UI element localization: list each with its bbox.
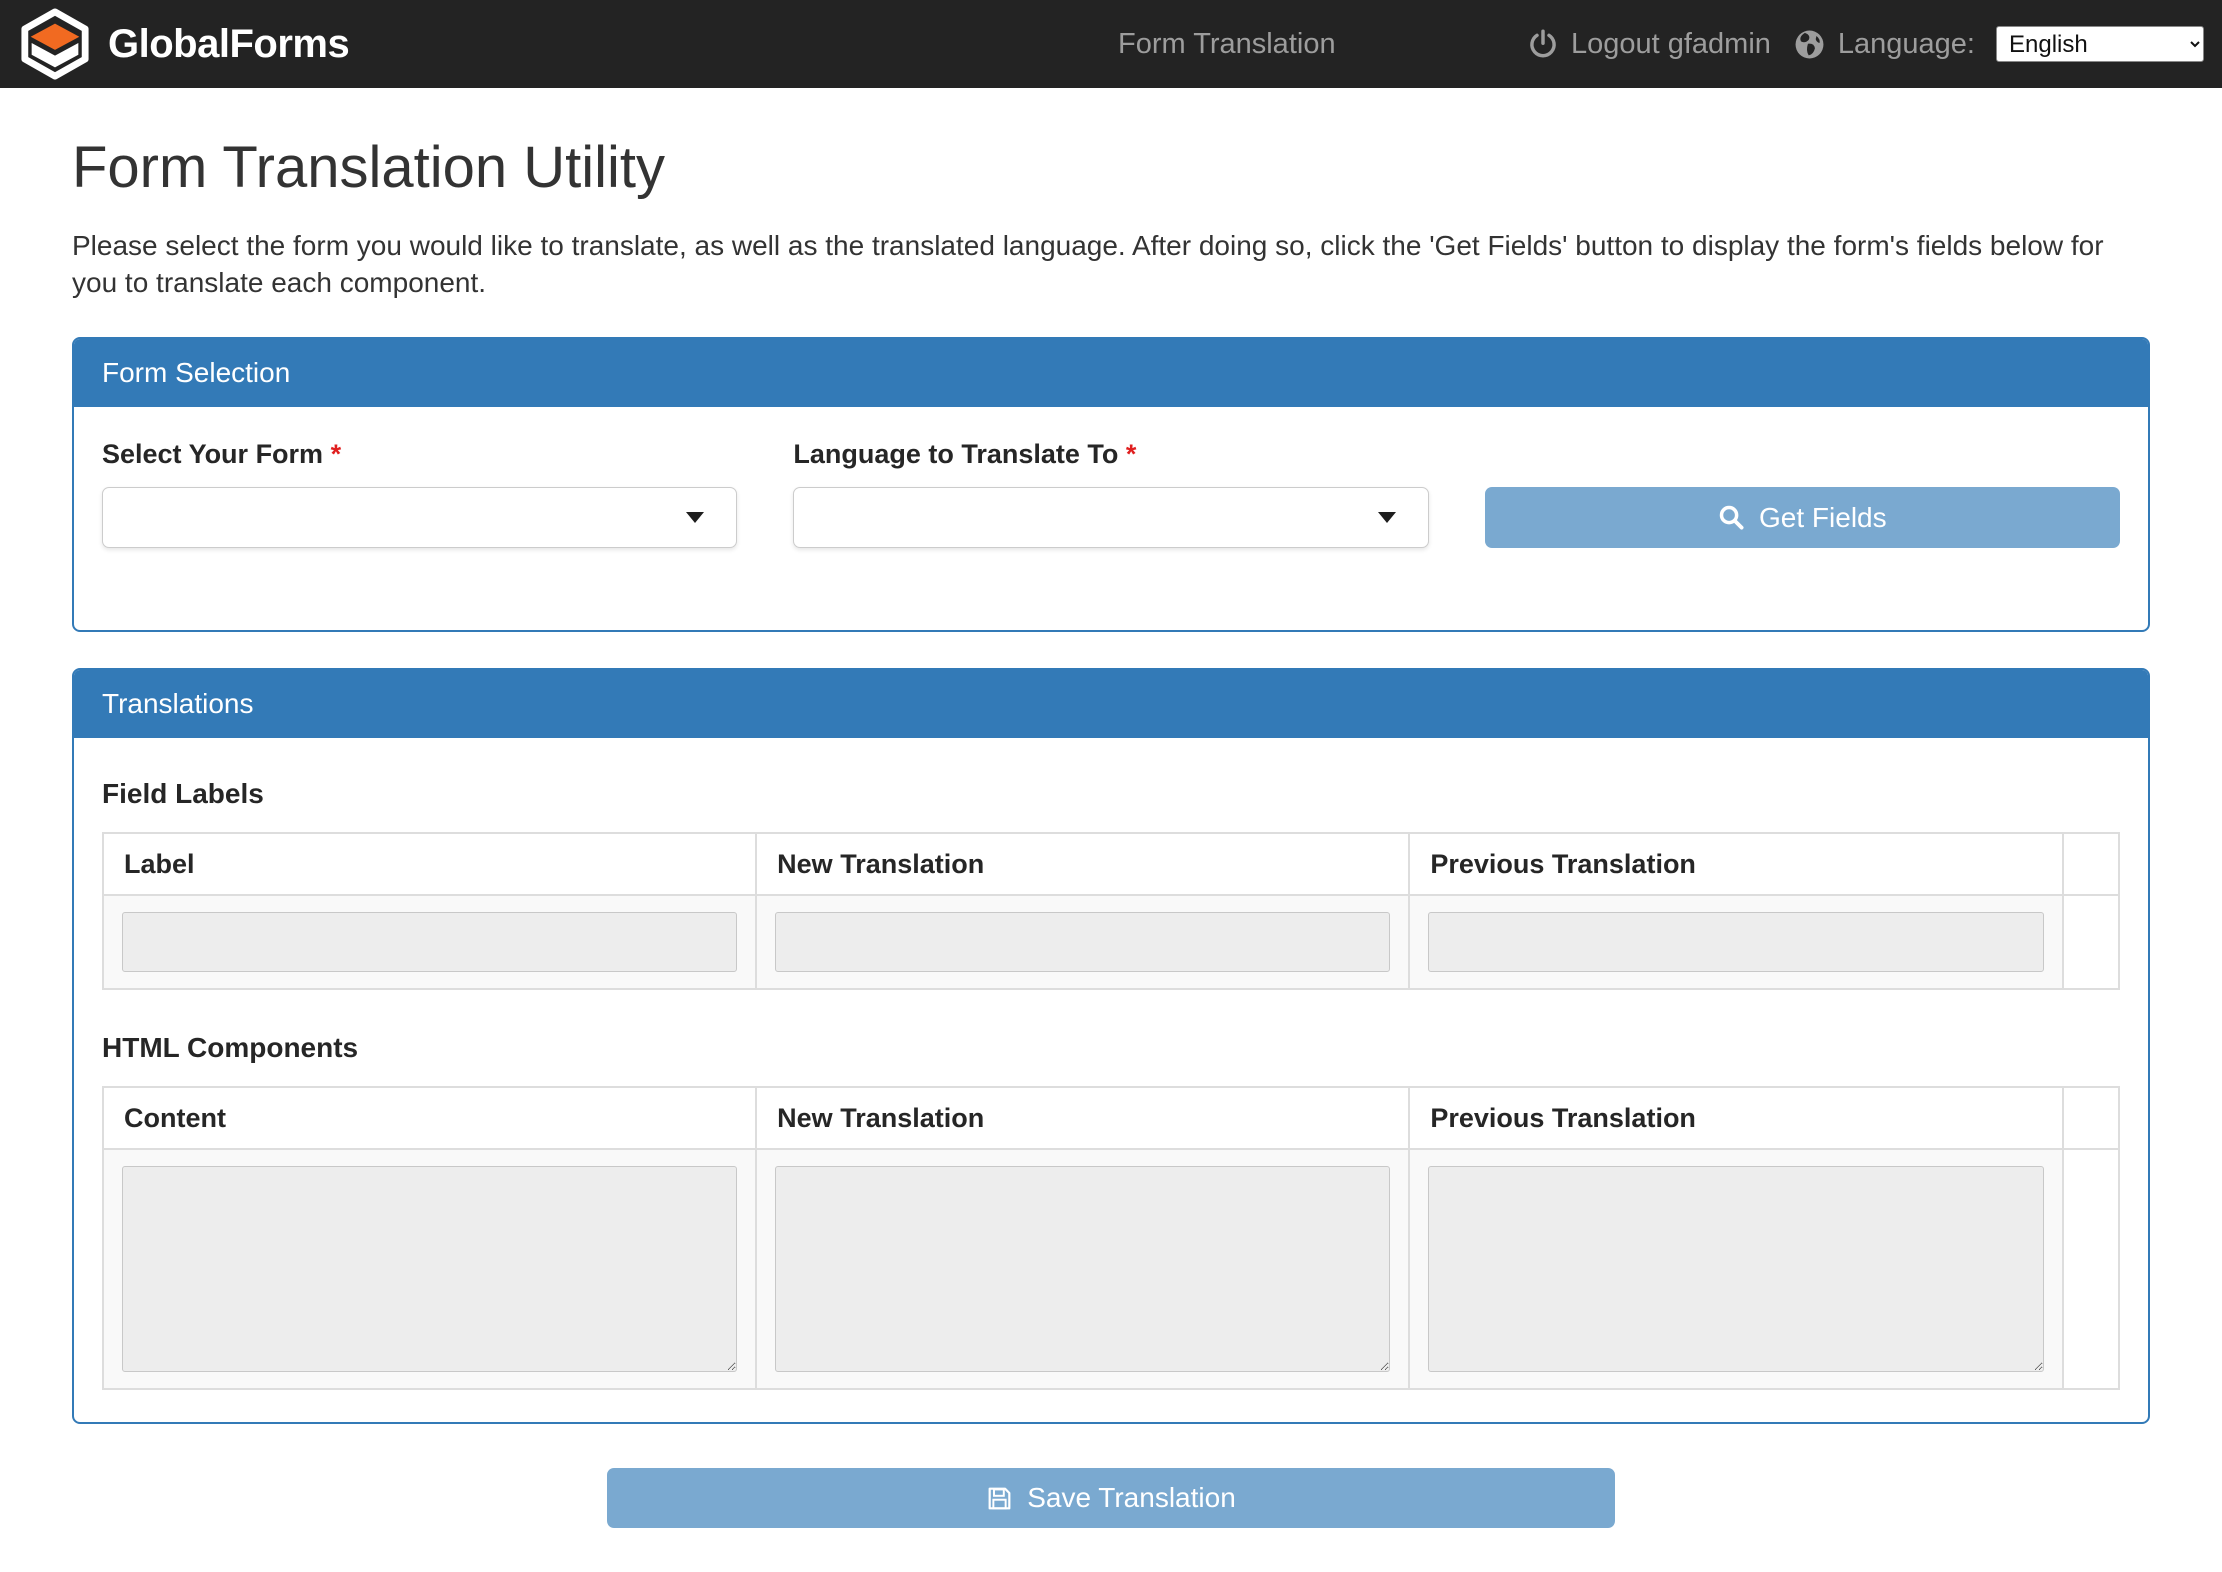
select-language-dropdown[interactable] xyxy=(793,487,1428,548)
select-form-group: Select Your Form * xyxy=(102,439,737,548)
required-asterisk: * xyxy=(331,439,342,469)
required-asterisk: * xyxy=(1126,439,1137,469)
nav-right-group: Logout gfadmin Language: English xyxy=(1528,26,2204,62)
table-row xyxy=(103,1149,2119,1389)
save-row: Save Translation xyxy=(72,1468,2150,1572)
chevron-down-icon xyxy=(686,512,704,523)
translations-panel: Translations Field Labels Label New Tran… xyxy=(72,668,2150,1424)
page-title: Form Translation Utility xyxy=(72,134,2150,201)
select-language-group: Language to Translate To * xyxy=(793,439,1428,548)
floppy-disk-icon xyxy=(986,1485,1013,1512)
get-fields-button[interactable]: Get Fields xyxy=(1485,487,2120,548)
new-translation-textarea[interactable] xyxy=(775,1166,1390,1372)
select-form-dropdown[interactable] xyxy=(102,487,737,548)
translations-body: Field Labels Label New Translation Previ… xyxy=(74,738,2148,1422)
column-header-previous-translation: Previous Translation xyxy=(1409,1087,2062,1149)
field-new-translation-input[interactable] xyxy=(775,912,1390,972)
column-header-new-translation: New Translation xyxy=(756,833,1409,895)
select-form-label: Select Your Form * xyxy=(102,439,737,470)
previous-translation-textarea[interactable] xyxy=(1428,1166,2043,1372)
brand-name: GlobalForms xyxy=(108,22,349,67)
field-labels-header-row: Label New Translation Previous Translati… xyxy=(103,833,2119,895)
nav-item-form-translation[interactable]: Form Translation xyxy=(1118,0,1336,88)
column-header-empty xyxy=(2063,833,2119,895)
empty-cell xyxy=(2063,895,2119,989)
column-header-previous-translation: Previous Translation xyxy=(1409,833,2062,895)
table-row xyxy=(103,895,2119,989)
form-selection-header: Form Selection xyxy=(74,339,2148,407)
save-translation-button[interactable]: Save Translation xyxy=(607,1468,1615,1528)
select-language-label: Language to Translate To * xyxy=(793,439,1428,470)
search-icon xyxy=(1718,504,1745,531)
html-components-table: Content New Translation Previous Transla… xyxy=(102,1086,2120,1390)
chevron-down-icon xyxy=(1378,512,1396,523)
logout-link[interactable]: Logout gfadmin xyxy=(1571,28,1771,61)
html-components-header-row: Content New Translation Previous Transla… xyxy=(103,1087,2119,1149)
power-icon xyxy=(1528,29,1558,59)
field-labels-table: Label New Translation Previous Translati… xyxy=(102,832,2120,990)
language-select[interactable]: English xyxy=(1996,26,2204,62)
column-header-empty xyxy=(2063,1087,2119,1149)
globe-icon xyxy=(1794,29,1825,60)
content-textarea[interactable] xyxy=(122,1166,737,1372)
column-header-content: Content xyxy=(103,1087,756,1149)
language-label: Language: xyxy=(1838,28,1975,61)
top-navbar: GlobalForms Form Translation Logout gfad… xyxy=(0,0,2222,88)
page-intro: Please select the form you would like to… xyxy=(72,227,2150,301)
field-previous-translation-input[interactable] xyxy=(1428,912,2043,972)
field-label-input[interactable] xyxy=(122,912,737,972)
brand[interactable]: GlobalForms xyxy=(18,8,349,80)
empty-cell xyxy=(2063,1149,2119,1389)
column-header-label: Label xyxy=(103,833,756,895)
main-container: Form Translation Utility Please select t… xyxy=(72,134,2150,1572)
field-labels-heading: Field Labels xyxy=(102,778,2120,810)
form-selection-body: Select Your Form * Language to Translate… xyxy=(74,407,2148,630)
html-components-heading: HTML Components xyxy=(102,1032,2120,1064)
column-header-new-translation: New Translation xyxy=(756,1087,1409,1149)
translations-header: Translations xyxy=(74,670,2148,738)
globalforms-logo-icon xyxy=(18,8,92,80)
form-selection-panel: Form Selection Select Your Form * Langua… xyxy=(72,337,2150,632)
get-fields-column: Get Fields xyxy=(1485,439,2120,548)
